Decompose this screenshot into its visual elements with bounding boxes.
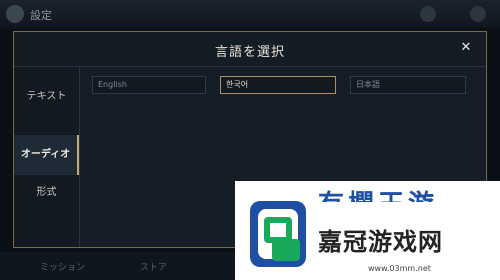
watermark-name: 嘉冠游戏网 xyxy=(318,228,443,256)
back-icon[interactable] xyxy=(6,5,24,23)
language-category-sidebar: テキスト オーディオ 形式 xyxy=(14,67,80,247)
background-tab-missions[interactable]: ミッション xyxy=(40,260,85,273)
background-title: 設定 xyxy=(30,9,52,22)
sidebar-item-audio[interactable]: オーディオ xyxy=(14,135,79,175)
language-option-english[interactable]: English xyxy=(92,76,206,94)
background-menu-icon[interactable] xyxy=(420,6,436,22)
watermark-url: www.03mm.net xyxy=(368,264,431,273)
language-option-korean[interactable]: 한국어 xyxy=(220,76,336,94)
close-icon[interactable]: ✕ xyxy=(458,39,474,57)
sidebar-item-text[interactable]: テキスト xyxy=(14,77,79,117)
background-tab-store[interactable]: ストア xyxy=(140,260,167,273)
dialog-header: 言語を選択 ✕ xyxy=(14,32,486,67)
watermark-logo-icon xyxy=(250,201,306,267)
language-option-japanese[interactable]: 日本語 xyxy=(350,76,466,94)
watermark-name-top: 有欄王游 xyxy=(318,184,438,202)
sidebar-item-format[interactable]: 形式 xyxy=(14,173,79,213)
dialog-title: 言語を選択 xyxy=(214,45,285,60)
background-top-bar: 設定 xyxy=(0,0,500,28)
background-profile-icon[interactable] xyxy=(470,6,486,22)
